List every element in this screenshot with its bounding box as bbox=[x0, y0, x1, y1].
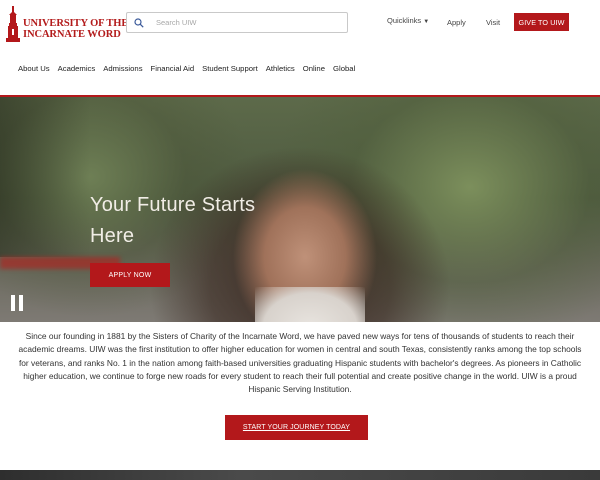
search-box[interactable] bbox=[126, 12, 348, 33]
give-button[interactable]: GIVE TO UIW bbox=[514, 13, 569, 31]
hero-title: Your Future Starts Here bbox=[90, 194, 256, 247]
pause-icon[interactable] bbox=[10, 295, 24, 311]
logo-wordmark: UNIVERSITY OF THE INCARNATE WORD bbox=[23, 18, 128, 40]
nav-item-student-support[interactable]: Student Support bbox=[202, 64, 258, 73]
uiw-logo[interactable]: UNIVERSITY OF THE INCARNATE WORD bbox=[6, 6, 128, 42]
start-journey-button[interactable]: START YOUR JOURNEY TODAY bbox=[225, 415, 368, 440]
quicklinks-label: Quicklinks bbox=[387, 16, 422, 25]
nav-item-financial-aid[interactable]: Financial Aid bbox=[151, 64, 195, 73]
tower-logo-icon bbox=[6, 6, 20, 42]
logo-line2: INCARNATE WORD bbox=[23, 29, 121, 40]
nav-item-online[interactable]: Online bbox=[303, 64, 325, 73]
nav-item-global[interactable]: Global bbox=[333, 64, 355, 73]
quicklinks-menu[interactable]: Quicklinks ▼ bbox=[387, 16, 429, 25]
main-nav: About Us Academics Admissions Financial … bbox=[18, 64, 363, 73]
nav-item-about[interactable]: About Us bbox=[18, 64, 50, 73]
hero-background-shade bbox=[0, 97, 90, 257]
hero-banner: Your Future Starts Here APPLY NOW bbox=[0, 97, 600, 322]
caret-down-icon: ▼ bbox=[423, 19, 430, 25]
apply-now-button[interactable]: APPLY NOW bbox=[90, 263, 170, 287]
logo-line1: UNIVERSITY OF THE bbox=[23, 18, 129, 29]
intro-paragraph: Since our founding in 1881 by the Sister… bbox=[18, 331, 582, 395]
footer-strip bbox=[0, 470, 600, 480]
nav-item-academics[interactable]: Academics bbox=[58, 64, 96, 73]
nav-item-athletics[interactable]: Athletics bbox=[266, 64, 295, 73]
search-icon[interactable] bbox=[134, 17, 144, 28]
hero-photo-detail bbox=[255, 287, 365, 322]
apply-link[interactable]: Apply bbox=[447, 18, 466, 27]
nav-item-admissions[interactable]: Admissions bbox=[103, 64, 142, 73]
search-input[interactable] bbox=[156, 18, 336, 27]
visit-link[interactable]: Visit bbox=[486, 18, 500, 27]
